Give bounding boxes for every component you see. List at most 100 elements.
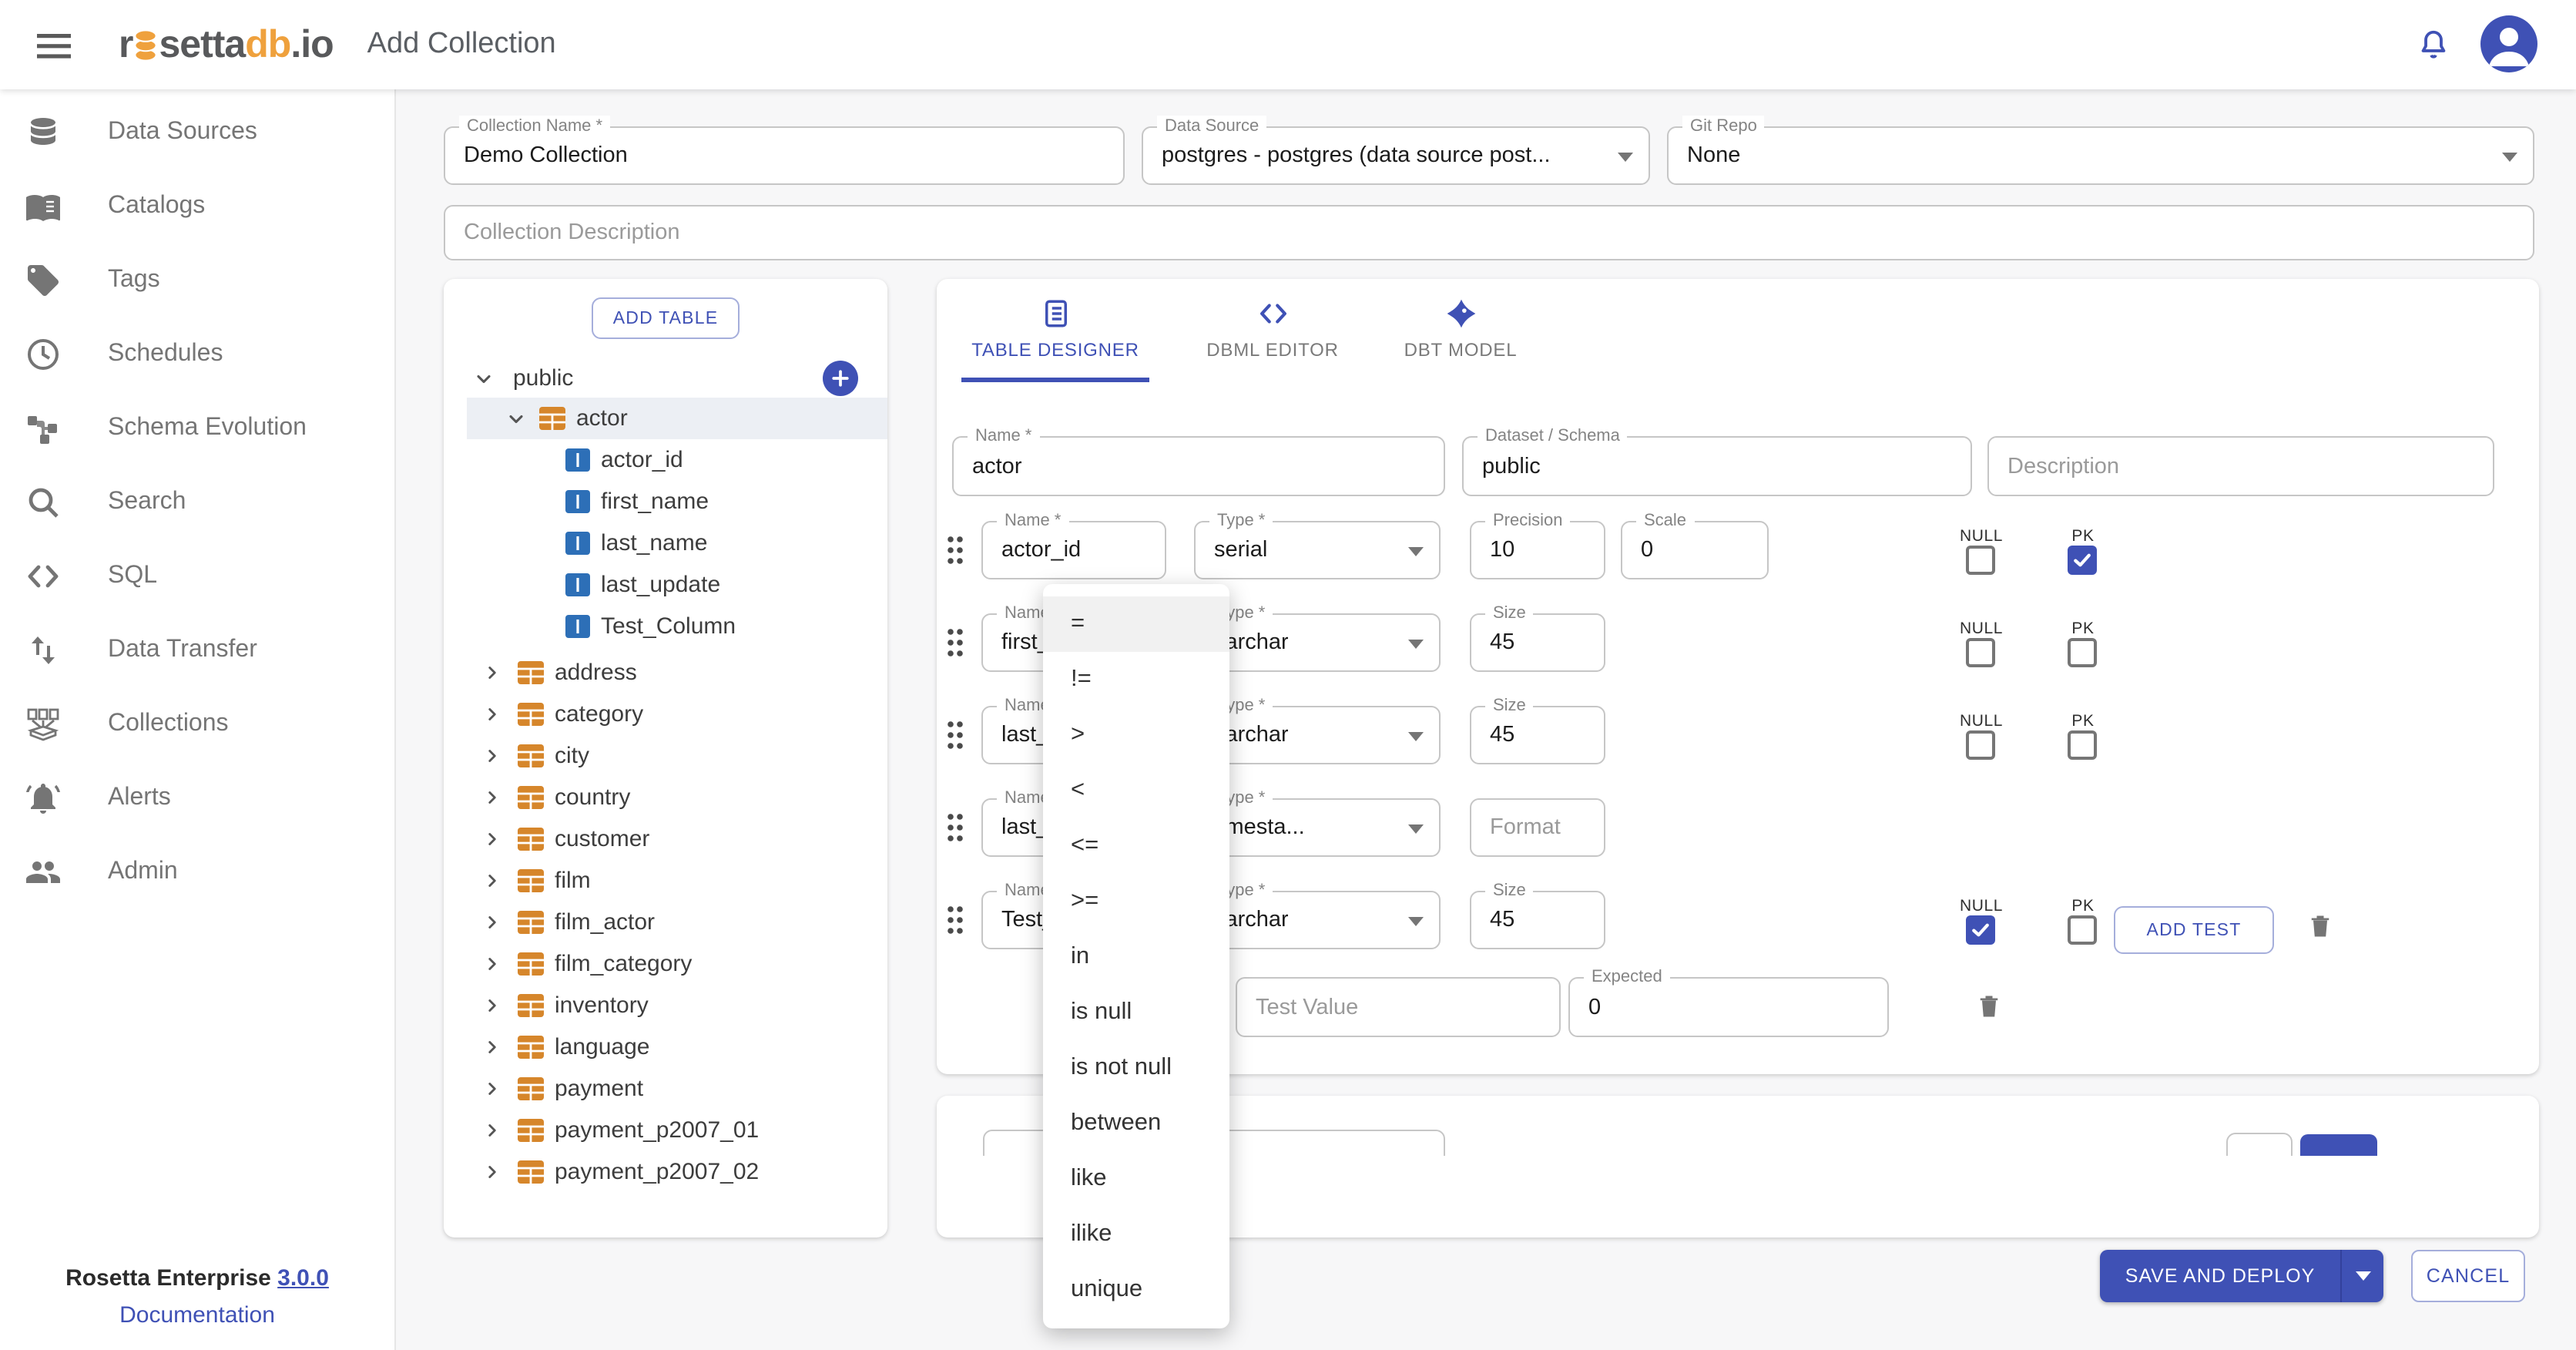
drag-handle-icon[interactable] <box>944 626 966 660</box>
table-description-field[interactable]: Description <box>1987 436 2494 496</box>
git-repo-select[interactable]: Git Repo None <box>1667 126 2534 185</box>
pk-checkbox[interactable] <box>2068 915 2097 945</box>
chevron-right-icon[interactable] <box>482 1161 504 1183</box>
menu-item-is-null[interactable]: is null <box>1043 985 1229 1040</box>
chevron-down-icon[interactable] <box>505 408 527 429</box>
menu-item-lte[interactable]: <= <box>1043 818 1229 874</box>
menu-item-like[interactable]: like <box>1043 1151 1229 1207</box>
menu-item-lt[interactable]: < <box>1043 763 1229 818</box>
dataset-schema-field[interactable]: Dataset / Schema public <box>1462 436 1972 496</box>
sidebar-item-data-transfer[interactable]: Data Transfer <box>0 613 394 687</box>
chevron-right-icon[interactable] <box>482 745 504 767</box>
column-type-select[interactable]: Type * varchar <box>1194 706 1441 764</box>
tree-table-customer[interactable]: customer <box>444 818 887 860</box>
delete-column-icon[interactable] <box>2306 909 2334 943</box>
chevron-right-icon[interactable] <box>482 870 504 892</box>
tree-table-film-actor[interactable]: film_actor <box>444 902 887 943</box>
tree-column-last-update[interactable]: last_update <box>444 564 887 606</box>
chevron-right-icon[interactable] <box>482 828 504 850</box>
collection-description-field[interactable]: Collection Description <box>444 205 2534 260</box>
tree-column-last-name[interactable]: last_name <box>444 522 887 564</box>
sidebar-item-schedules[interactable]: Schedules <box>0 317 394 391</box>
version-link[interactable]: 3.0.0 <box>277 1265 329 1291</box>
drag-handle-icon[interactable] <box>944 533 966 567</box>
tab-dbt-model[interactable]: DBT MODEL <box>1388 297 1533 361</box>
tree-table-city[interactable]: city <box>444 735 887 777</box>
add-test-button[interactable]: ADD TEST <box>2114 906 2274 954</box>
sidebar-item-data-sources[interactable]: Data Sources <box>0 96 394 170</box>
save-and-deploy-button[interactable]: SAVE AND DEPLOY <box>2100 1265 2340 1287</box>
sidebar-item-alerts[interactable]: Alerts <box>0 761 394 835</box>
tree-table-payment[interactable]: payment <box>444 1068 887 1110</box>
chevron-right-icon[interactable] <box>482 662 504 683</box>
menu-item-between[interactable]: between <box>1043 1096 1229 1151</box>
sidebar-item-tags[interactable]: Tags <box>0 243 394 317</box>
size-field[interactable]: Size 45 <box>1470 706 1605 764</box>
data-source-select[interactable]: Data Source postgres - postgres (data so… <box>1142 126 1650 185</box>
save-options-caret-icon[interactable] <box>2342 1271 2383 1281</box>
tree-table-country[interactable]: country <box>444 777 887 818</box>
pk-checkbox[interactable] <box>2068 730 2097 760</box>
null-checkbox[interactable] <box>1966 546 1995 575</box>
documentation-link[interactable]: Documentation <box>0 1302 394 1328</box>
pk-checkbox[interactable] <box>2068 546 2097 575</box>
tree-column-test-column[interactable]: Test_Column <box>444 606 887 647</box>
column-type-select[interactable]: Type * serial <box>1194 521 1441 579</box>
clipped-small-field[interactable] <box>2226 1133 2293 1156</box>
column-name-field[interactable]: Name * actor_id <box>981 521 1166 579</box>
menu-item-ilike[interactable]: ilike <box>1043 1207 1229 1262</box>
tree-table-payment-p2007-02[interactable]: payment_p2007_02 <box>444 1151 887 1193</box>
add-table-plus-icon[interactable] <box>823 361 858 396</box>
chevron-right-icon[interactable] <box>482 953 504 975</box>
menu-item-gt[interactable]: > <box>1043 707 1229 763</box>
tree-table-inventory[interactable]: inventory <box>444 985 887 1026</box>
sidebar-item-sql[interactable]: SQL <box>0 539 394 613</box>
drag-handle-icon[interactable] <box>944 811 966 845</box>
chevron-right-icon[interactable] <box>482 912 504 933</box>
delete-test-icon[interactable] <box>1975 989 2003 1023</box>
column-type-select[interactable]: Type * varchar <box>1194 891 1441 949</box>
sidebar-item-admin[interactable]: Admin <box>0 835 394 909</box>
tree-table-film[interactable]: film <box>444 860 887 902</box>
tree-column-actor-id[interactable]: actor_id <box>444 439 887 481</box>
tree-table-payment-p2007-01[interactable]: payment_p2007_01 <box>444 1110 887 1151</box>
menu-item-unique[interactable]: unique <box>1043 1262 1229 1318</box>
sidebar-item-search[interactable]: Search <box>0 465 394 539</box>
drag-handle-icon[interactable] <box>944 718 966 752</box>
precision-field[interactable]: Precision 10 <box>1470 521 1605 579</box>
chevron-right-icon[interactable] <box>482 995 504 1016</box>
chevron-right-icon[interactable] <box>482 1036 504 1058</box>
chevron-right-icon[interactable] <box>482 787 504 808</box>
tree-table-language[interactable]: language <box>444 1026 887 1068</box>
null-checkbox[interactable] <box>1966 915 1995 945</box>
table-name-field[interactable]: Name * actor <box>952 436 1445 496</box>
tree-table-address[interactable]: address <box>444 652 887 693</box>
sidebar-item-schema-evolution[interactable]: Schema Evolution <box>0 391 394 465</box>
drag-handle-icon[interactable] <box>944 903 966 937</box>
tree-column-first-name[interactable]: first_name <box>444 481 887 522</box>
chevron-right-icon[interactable] <box>482 1120 504 1141</box>
clipped-primary-button[interactable] <box>2300 1134 2377 1156</box>
scale-field[interactable]: Scale 0 <box>1621 521 1769 579</box>
menu-item-in[interactable]: in <box>1043 929 1229 985</box>
menu-item-neq[interactable]: != <box>1043 652 1229 707</box>
sidebar-item-collections[interactable]: Collections <box>0 687 394 761</box>
user-avatar[interactable] <box>2480 15 2537 72</box>
expected-field[interactable]: Expected 0 <box>1568 977 1889 1037</box>
null-checkbox[interactable] <box>1966 730 1995 760</box>
chevron-down-icon[interactable] <box>473 368 495 389</box>
format-field[interactable]: Format <box>1470 798 1605 857</box>
tree-table-category[interactable]: category <box>444 693 887 735</box>
menu-item-is-not-null[interactable]: is not null <box>1043 1040 1229 1096</box>
add-table-button[interactable]: ADD TABLE <box>592 297 740 339</box>
tab-table-designer[interactable]: TABLE DESIGNER <box>961 297 1149 361</box>
size-field[interactable]: Size 45 <box>1470 891 1605 949</box>
chevron-right-icon[interactable] <box>482 704 504 725</box>
tree-schema-public[interactable]: public <box>444 358 887 399</box>
null-checkbox[interactable] <box>1966 638 1995 667</box>
collection-name-field[interactable]: Collection Name * Demo Collection <box>444 126 1125 185</box>
test-value-field[interactable]: Test Value <box>1236 977 1561 1037</box>
sidebar-item-catalogs[interactable]: Catalogs <box>0 170 394 243</box>
hamburger-menu-icon[interactable] <box>37 34 71 59</box>
menu-item-eq[interactable]: = <box>1043 596 1229 652</box>
